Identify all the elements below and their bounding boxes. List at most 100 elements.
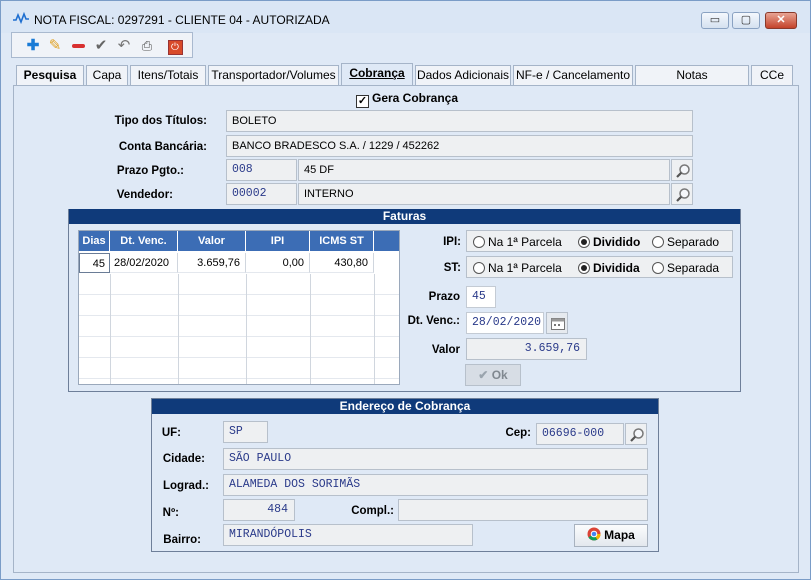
col-dt-venc[interactable]: Dt. Venc. [110,231,178,251]
conta-bancaria-label: Conta Bancária: [118,141,207,153]
vendedor-label: Vendedor: [116,189,173,201]
grid-divider [246,274,247,384]
cidade-field[interactable]: SÃO PAULO [223,448,648,470]
calendar-icon [551,318,565,330]
lograd-field[interactable]: ALAMEDA DOS SORIMÃS [223,474,648,496]
lograd-label: Lograd.: [163,480,209,492]
cell-dt-venc[interactable]: 28/02/2020 [110,253,178,273]
faturas-grid[interactable]: Dias Dt. Venc. Valor IPI ICMS ST 45 28/0… [78,230,400,385]
tipo-titulos-label: Tipo dos Títulos: [114,115,207,127]
col-ipi[interactable]: IPI [246,231,310,251]
col-filler [374,231,399,251]
ipi-option-separado[interactable]: Separado [652,235,719,249]
compl-field[interactable] [398,499,648,521]
tab-dados-adicionais[interactable]: Dados Adicionais [415,65,511,85]
st-option-separada[interactable]: Separada [652,261,719,275]
empty-grid-rows [79,274,399,384]
vendedor-desc-field: INTERNO [298,183,670,205]
st-option-primeira[interactable]: Na 1ª Parcela [473,261,562,275]
col-icms-st[interactable]: ICMS ST [310,231,374,251]
endereco-title: Endereço de Cobrança [152,399,658,414]
faturas-title: Faturas [69,209,740,224]
dt-venc-field[interactable]: 28/02/2020 [466,312,544,334]
tab-transportador-volumes[interactable]: Transportador/Volumes [208,65,339,85]
numero-field[interactable]: 484 [223,499,295,521]
tab-nfe-cancelamento[interactable]: NF-e / Cancelamento [513,65,633,85]
ok-button[interactable]: ✔ Ok [465,364,521,386]
chrome-map-icon [587,527,601,541]
st-option-label: Dividida [593,261,640,275]
power-icon[interactable]: ⏻ [166,37,184,55]
st-radio-group: Na 1ª Parcela Dividida Separada [466,256,733,278]
prazo-search-button[interactable] [671,159,693,181]
mapa-label: Mapa [604,528,635,542]
tab-strip: Pesquisa Capa Itens/Totais Transportador… [16,63,796,100]
close-button[interactable]: ✕ [765,12,797,29]
ok-label: Ok [491,368,508,382]
gera-cobranca-checkbox[interactable]: ✓ Gera Cobrança [356,91,458,108]
vendedor-search-button[interactable] [671,183,693,205]
edit-icon[interactable]: ✎ [46,37,64,55]
calendar-button[interactable] [546,312,568,334]
tab-notas-referenciadas[interactable]: Notas Referenciadas [635,65,749,100]
cell-ipi[interactable]: 0,00 [246,253,310,273]
app-waveform-icon [13,12,29,24]
remove-icon[interactable] [69,37,87,55]
undo-icon[interactable]: ↶ [115,37,133,55]
ipi-label: IPI: [443,236,461,248]
tab-pesquisa[interactable]: Pesquisa [16,65,84,85]
cep-label: Cep: [505,427,531,439]
st-option-dividida[interactable]: Dividida [578,261,640,275]
vendedor-code-field[interactable]: 00002 [226,183,297,205]
prazo-pgto-label: Prazo Pgto.: [116,165,184,177]
add-icon[interactable]: ✚ [24,37,42,55]
prazo-field[interactable]: 45 [466,286,496,308]
nota-fiscal-window: NOTA FISCAL: 0297291 - CLIENTE 04 - AUTO… [0,0,811,580]
grid-divider [374,274,375,384]
cep-search-button[interactable] [625,423,647,445]
confirm-icon[interactable]: ✔ [92,37,110,55]
check-icon: ✔ [478,368,489,382]
cell-dias[interactable]: 45 [79,253,110,273]
prazo-pgto-code-field[interactable]: 008 [226,159,297,181]
toolbar: ✚ ✎ ✔ ↶ ⎙ ⏻ [11,32,193,58]
bairro-label: Bairro: [163,534,201,546]
tab-cobranca[interactable]: Cobrança [341,63,413,86]
numero-label: Nº: [162,507,179,519]
valor-label: Valor [431,344,460,356]
mapa-button[interactable]: Mapa [574,524,648,547]
st-label: ST: [443,262,461,274]
grid-divider [310,274,311,384]
bairro-field[interactable]: MIRANDÓPOLIS [223,524,473,546]
minimize-button[interactable]: ▭ [701,12,729,29]
checkbox-checked-icon: ✓ [356,95,369,108]
tab-cce[interactable]: CCe [751,65,793,85]
conta-bancaria-field[interactable]: BANCO BRADESCO S.A. / 1229 / 452262 [226,135,693,157]
col-valor[interactable]: Valor [178,231,246,251]
ipi-option-label: Separado [667,235,720,249]
tab-itens-totais[interactable]: Itens/Totais [130,65,206,85]
cidade-label: Cidade: [162,453,205,465]
st-option-label: Na 1ª Parcela [488,261,562,275]
valor-field[interactable]: 3.659,76 [466,338,587,360]
uf-label: UF: [161,427,181,439]
print-icon[interactable]: ⎙ [138,37,156,55]
ipi-option-dividido[interactable]: Dividido [578,235,640,249]
cep-field[interactable]: 06696-000 [536,423,624,445]
ipi-radio-group: Na 1ª Parcela Dividido Separado [466,230,733,252]
ipi-option-primeira[interactable]: Na 1ª Parcela [473,235,562,249]
magnifier-icon [676,164,690,178]
uf-field[interactable]: SP [223,421,268,443]
maximize-button[interactable]: ▢ [732,12,760,29]
title-bar: NOTA FISCAL: 0297291 - CLIENTE 04 - AUTO… [1,1,810,33]
col-dias[interactable]: Dias [79,231,110,251]
magnifier-icon [676,188,690,202]
cell-valor[interactable]: 3.659,76 [178,253,246,273]
gera-cobranca-label: Gera Cobrança [372,91,459,105]
tab-capa[interactable]: Capa [86,65,128,85]
prazo-pgto-desc-field: 45 DF [298,159,670,181]
grid-divider [178,274,179,384]
cell-icms-st[interactable]: 430,80 [310,253,374,273]
prazo-label: Prazo [428,291,460,303]
tipo-titulos-field[interactable]: BOLETO [226,110,693,132]
